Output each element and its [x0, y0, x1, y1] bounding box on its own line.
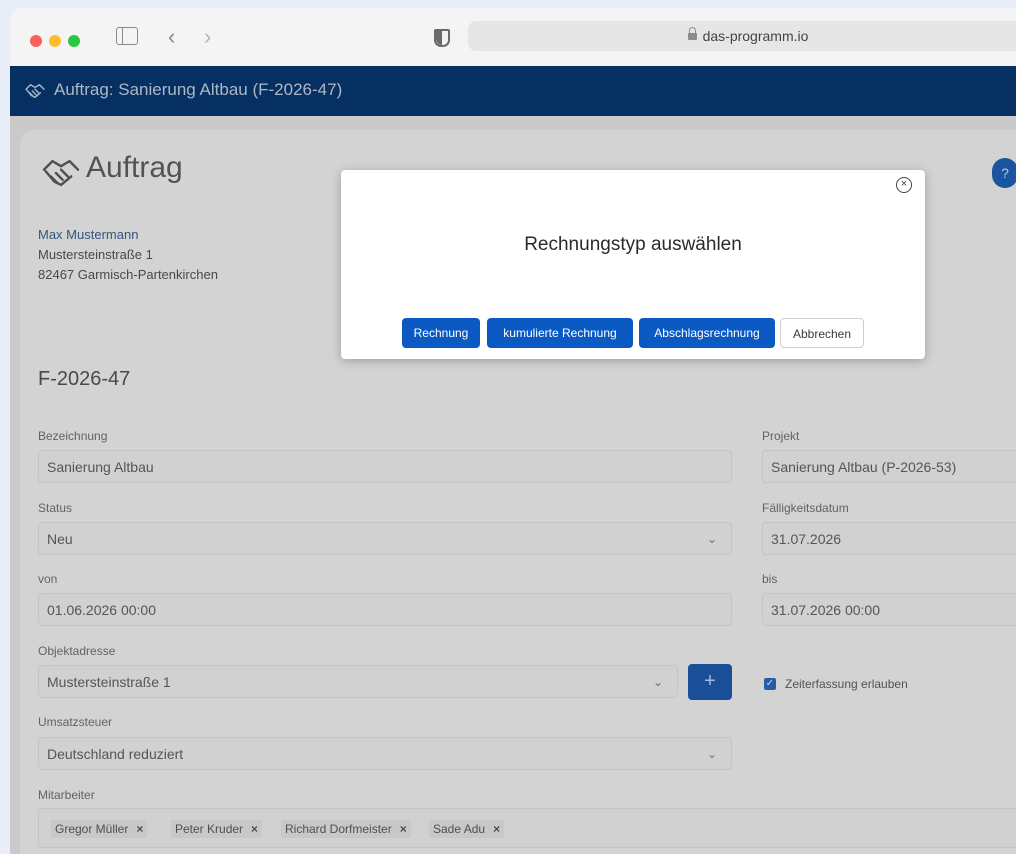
- close-window-button[interactable]: [30, 35, 42, 47]
- maximize-window-button[interactable]: [68, 35, 80, 47]
- browser-window: ‹ › das-programm.io Auftrag: Sanierung A…: [10, 8, 1016, 854]
- kumulierte-rechnung-button[interactable]: kumulierte Rechnung: [487, 318, 633, 348]
- browser-toolbar: ‹ › das-programm.io: [10, 8, 1016, 67]
- abschlagsrechnung-button[interactable]: Abschlagsrechnung: [639, 318, 775, 348]
- sidebar-toggle-icon[interactable]: [116, 27, 138, 45]
- privacy-shield-icon[interactable]: [434, 29, 450, 47]
- back-icon[interactable]: ‹: [168, 24, 175, 50]
- dialog-title: Rechnungstyp auswählen: [524, 234, 742, 255]
- address-bar[interactable]: das-programm.io: [468, 21, 1016, 51]
- rechnung-button[interactable]: Rechnung: [402, 318, 480, 348]
- close-icon[interactable]: ×: [896, 177, 912, 193]
- forward-icon[interactable]: ›: [204, 24, 211, 50]
- url-display: das-programm.io: [468, 27, 1016, 44]
- minimize-window-button[interactable]: [49, 35, 61, 47]
- lock-icon: [687, 27, 697, 40]
- url-text: das-programm.io: [702, 28, 809, 44]
- abbrechen-button[interactable]: Abbrechen: [780, 318, 864, 348]
- invoice-type-dialog: × Rechnungstyp auswählen Rechnung kumuli…: [341, 170, 925, 359]
